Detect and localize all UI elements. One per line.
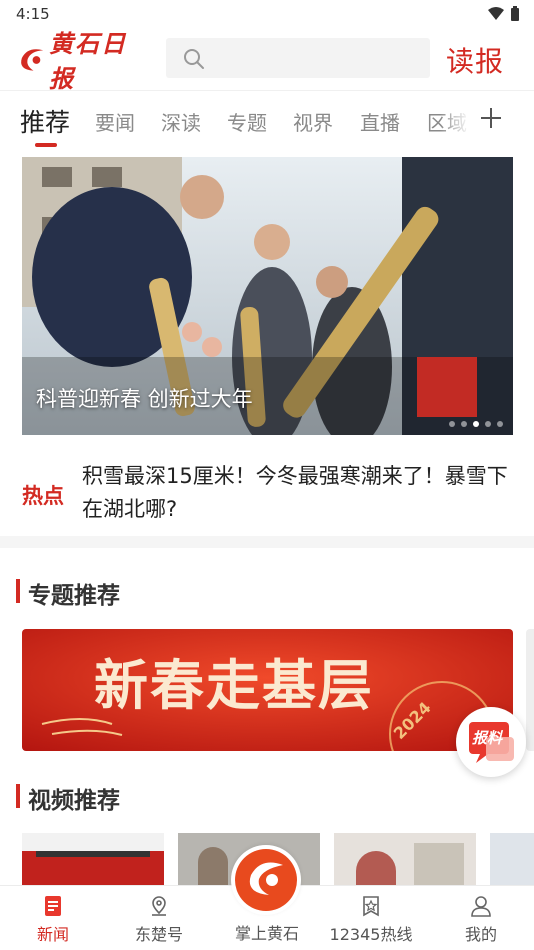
search-icon (184, 49, 204, 69)
next-topic-peek[interactable] (526, 629, 534, 751)
news-carousel[interactable]: 科普迎新春 创新过大年 (22, 157, 513, 435)
news-icon (45, 896, 61, 916)
nav-label: 新闻 (36, 925, 69, 944)
tab-topics[interactable]: 专题 (227, 107, 267, 136)
nav-label-center: 掌上黄石 (234, 924, 299, 943)
section-divider (0, 536, 534, 548)
carousel-dot[interactable] (449, 421, 455, 427)
tab-live[interactable]: 直播 (360, 107, 400, 136)
topic-banner[interactable]: 新春走基层 2024 (22, 629, 513, 751)
nav-news[interactable]: 新闻 (0, 886, 106, 950)
video-thumbnail[interactable] (334, 833, 476, 885)
read-newspaper-button[interactable]: 读报 (446, 40, 504, 80)
hot-news-item[interactable]: 热点 积雪最深15厘米！今冬最强寒潮来了！暴雪下在湖北哪? (0, 450, 534, 540)
channel-tabs: 推荐 要闻 深读 专题 视界 直播 区域 (0, 90, 534, 149)
logo-swoosh-icon (21, 49, 44, 71)
carousel-caption: 科普迎新春 创新过大年 (36, 387, 253, 411)
star-badge-icon (363, 896, 379, 917)
status-time: 4:15 (16, 5, 50, 23)
carousel-dot[interactable] (497, 421, 503, 427)
wifi-icon (488, 7, 504, 20)
carousel-dot[interactable] (485, 421, 491, 427)
nav-huangshi-center-button[interactable] (231, 845, 301, 915)
logo-text: 黄石日报 (49, 29, 128, 93)
tab-fade (440, 91, 470, 149)
nav-label: 12345热线 (329, 925, 413, 944)
tab-deep-read[interactable]: 深读 (161, 107, 201, 136)
active-tab-indicator (35, 143, 57, 147)
tab-vision[interactable]: 视界 (293, 107, 333, 136)
status-icons (488, 6, 520, 22)
user-icon (471, 896, 491, 917)
nav-label: 我的 (464, 925, 497, 944)
nav-mine[interactable]: 我的 (428, 886, 534, 950)
topics-section-title: 专题推荐 (16, 576, 120, 610)
search-input[interactable] (166, 38, 430, 78)
tab-headlines[interactable]: 要闻 (95, 107, 135, 136)
nav-dongchu[interactable]: 东楚号 (106, 886, 212, 950)
carousel-dots (449, 421, 503, 427)
battery-icon (511, 6, 519, 21)
topic-banner-title: 新春走基层 (94, 653, 374, 717)
tab-recommend[interactable]: 推荐 (20, 103, 70, 139)
video-thumbnail[interactable] (22, 833, 164, 885)
location-icon (152, 896, 166, 916)
video-thumbnail[interactable] (490, 833, 534, 885)
report-float-label: 报料 (472, 729, 503, 747)
hot-label: 热点 (22, 484, 64, 508)
app-header: 黄石日报 读报 (0, 28, 534, 93)
hot-headline[interactable]: 积雪最深15厘米！今冬最强寒潮来了！暴雪下在湖北哪? (82, 460, 522, 526)
videos-section-title: 视频推荐 (16, 781, 120, 815)
carousel-dot[interactable] (461, 421, 467, 427)
report-float-button[interactable]: 报料 (456, 707, 526, 777)
app-logo-icon (235, 849, 297, 911)
nav-hotline[interactable]: 12345热线 (318, 886, 424, 950)
carousel-dot-active[interactable] (473, 421, 479, 427)
app-logo[interactable]: 黄石日报 (18, 29, 150, 93)
nav-label: 东楚号 (134, 925, 183, 944)
add-channel-icon[interactable] (478, 105, 504, 131)
